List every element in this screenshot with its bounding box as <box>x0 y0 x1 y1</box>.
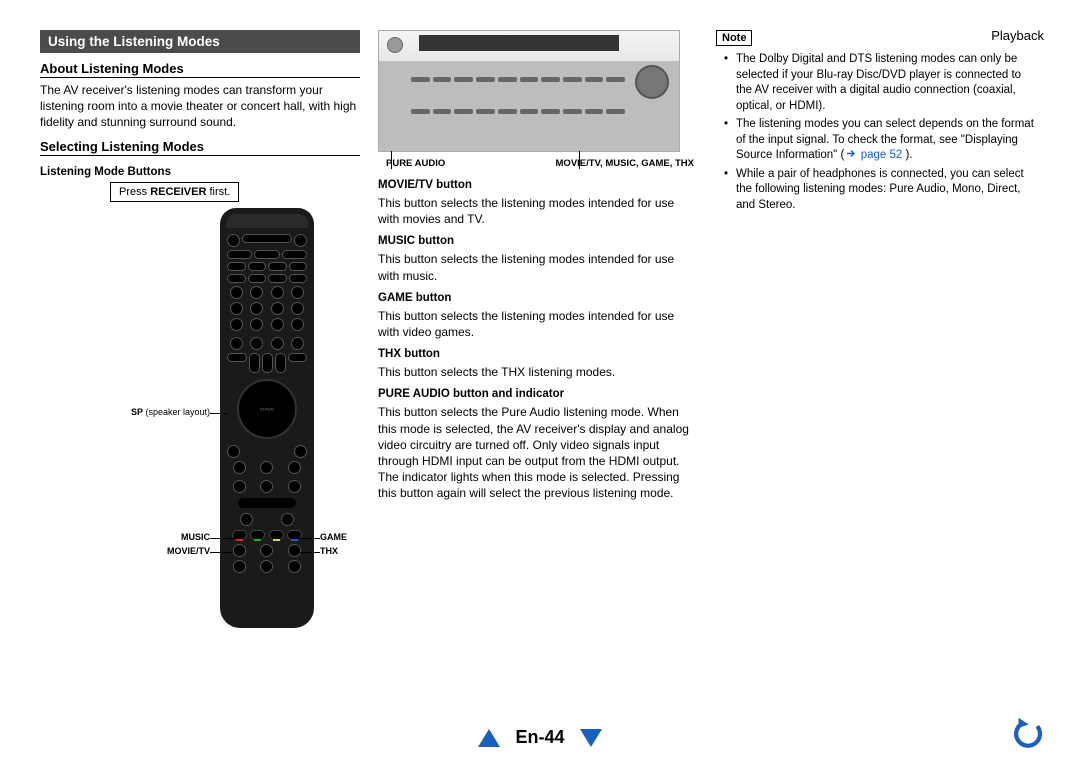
pure-body: This button selects the Pure Audio liste… <box>378 404 698 501</box>
thx-heading: THX button <box>378 348 698 360</box>
return-icon[interactable] <box>1010 716 1044 750</box>
next-page-icon[interactable] <box>580 729 602 747</box>
about-body: The AV receiver's listening modes can tr… <box>40 82 360 131</box>
remote-control-illustration <box>220 208 314 628</box>
page-number: En-44 <box>515 727 564 747</box>
receiver-labels: PURE AUDIO MOVIE/TV, MUSIC, GAME, THX <box>378 158 698 169</box>
selecting-heading: Selecting Listening Modes <box>40 139 360 156</box>
prev-page-icon[interactable] <box>478 729 500 747</box>
music-heading: MUSIC button <box>378 235 698 247</box>
game-body: This button selects the listening modes … <box>378 308 698 340</box>
receiver-front-panel-illustration <box>378 30 680 152</box>
callout-movietv: MOVIE/TV <box>40 546 210 556</box>
note-list: The Dolby Digital and DTS listening mode… <box>716 52 1036 213</box>
listening-mode-buttons-label: Listening Mode Buttons <box>40 166 360 178</box>
game-heading: GAME button <box>378 292 698 304</box>
music-body: This button selects the listening modes … <box>378 251 698 283</box>
note-item: The listening modes you can select depen… <box>728 117 1036 164</box>
callout-thx: THX <box>320 546 338 556</box>
note-item: The Dolby Digital and DTS listening mode… <box>728 52 1036 114</box>
note-label: Note <box>716 30 752 46</box>
section-title-bar: Using the Listening Modes <box>40 30 360 53</box>
remote-diagram: Press RECEIVER first. <box>40 182 360 642</box>
page-footer: En-44 <box>0 727 1080 748</box>
page-ref-link[interactable]: page 52 <box>847 149 905 161</box>
press-receiver-hint: Press RECEIVER first. <box>110 182 239 202</box>
breadcrumb: Playback <box>991 28 1044 43</box>
thx-body: This button selects the THX listening mo… <box>378 364 698 380</box>
movietv-body: This button selects the listening modes … <box>378 195 698 227</box>
movietv-heading: MOVIE/TV button <box>378 179 698 191</box>
callout-sp: SP (speaker layout) <box>40 407 210 417</box>
about-heading: About Listening Modes <box>40 61 360 78</box>
callout-game: GAME <box>320 532 347 542</box>
pure-heading: PURE AUDIO button and indicator <box>378 388 698 400</box>
note-item: While a pair of headphones is connected,… <box>728 167 1036 214</box>
callout-music: MUSIC <box>40 532 210 542</box>
